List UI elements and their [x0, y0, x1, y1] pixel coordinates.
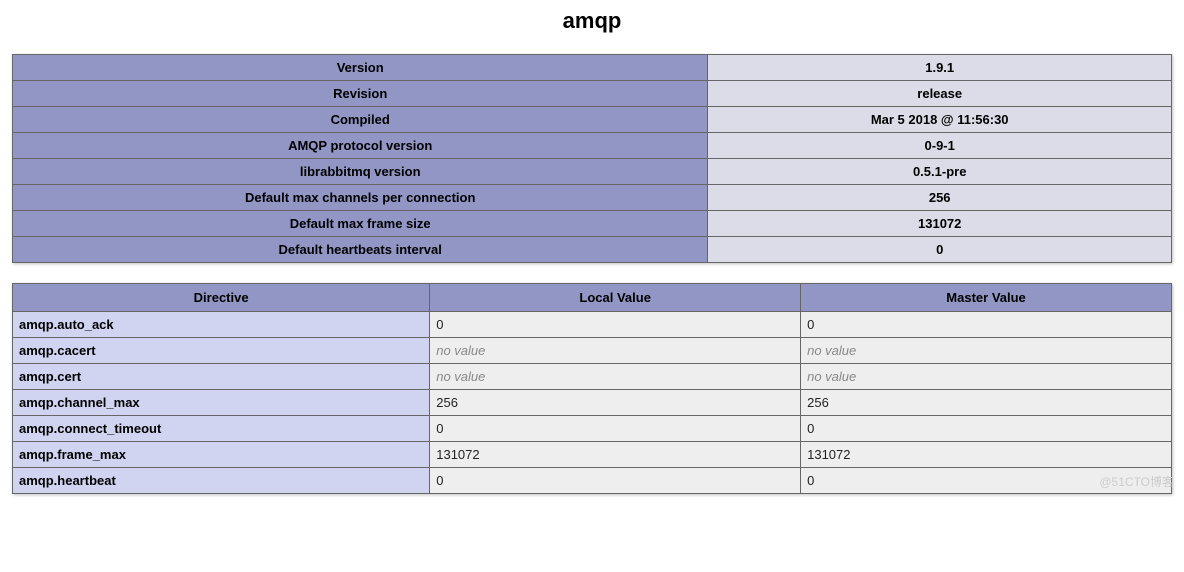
info-label: Default max frame size	[13, 211, 708, 237]
info-label: librabbitmq version	[13, 159, 708, 185]
info-value: 131072	[708, 211, 1172, 237]
table-row: amqp.auto_ack00	[13, 312, 1172, 338]
col-local-value: Local Value	[430, 284, 801, 312]
directive-local-value: 0	[430, 416, 801, 442]
table-row: amqp.channel_max256256	[13, 390, 1172, 416]
info-value: 256	[708, 185, 1172, 211]
col-master-value: Master Value	[801, 284, 1172, 312]
info-label: Default max channels per connection	[13, 185, 708, 211]
directive-name: amqp.cacert	[13, 338, 430, 364]
info-row: Default max frame size131072	[13, 211, 1172, 237]
directive-name: amqp.cert	[13, 364, 430, 390]
directive-name: amqp.heartbeat	[13, 468, 430, 494]
info-row: Default max channels per connection256	[13, 185, 1172, 211]
info-row: Version1.9.1	[13, 55, 1172, 81]
info-row: CompiledMar 5 2018 @ 11:56:30	[13, 107, 1172, 133]
info-label: Compiled	[13, 107, 708, 133]
directive-local-value: no value	[430, 338, 801, 364]
info-value: 0	[708, 237, 1172, 263]
directive-name: amqp.connect_timeout	[13, 416, 430, 442]
directive-name: amqp.auto_ack	[13, 312, 430, 338]
info-label: Default heartbeats interval	[13, 237, 708, 263]
directive-master-value: 0	[801, 312, 1172, 338]
info-row: librabbitmq version0.5.1-pre	[13, 159, 1172, 185]
directive-master-value: 256	[801, 390, 1172, 416]
info-label: Revision	[13, 81, 708, 107]
directives-table: Directive Local Value Master Value amqp.…	[12, 283, 1172, 494]
watermark: @51CTO博客	[1099, 473, 1174, 490]
directive-local-value: 0	[430, 312, 801, 338]
page-title: amqp	[0, 0, 1184, 54]
info-value: 0.5.1-pre	[708, 159, 1172, 185]
info-row: Revisionrelease	[13, 81, 1172, 107]
directive-local-value: 131072	[430, 442, 801, 468]
directive-local-value: 0	[430, 468, 801, 494]
table-row: amqp.certno valueno value	[13, 364, 1172, 390]
directive-name: amqp.frame_max	[13, 442, 430, 468]
directive-master-value: no value	[801, 338, 1172, 364]
table-row: amqp.heartbeat00	[13, 468, 1172, 494]
info-value: Mar 5 2018 @ 11:56:30	[708, 107, 1172, 133]
module-info-body: Version1.9.1RevisionreleaseCompiledMar 5…	[13, 55, 1172, 263]
info-label: Version	[13, 55, 708, 81]
directive-name: amqp.channel_max	[13, 390, 430, 416]
info-value: 0-9-1	[708, 133, 1172, 159]
info-value: 1.9.1	[708, 55, 1172, 81]
directive-local-value: 256	[430, 390, 801, 416]
module-info-table: Version1.9.1RevisionreleaseCompiledMar 5…	[12, 54, 1172, 263]
directives-body: amqp.auto_ack00amqp.cacertno valueno val…	[13, 312, 1172, 494]
info-label: AMQP protocol version	[13, 133, 708, 159]
table-row: amqp.connect_timeout00	[13, 416, 1172, 442]
directive-master-value: 131072	[801, 442, 1172, 468]
directives-header-row: Directive Local Value Master Value	[13, 284, 1172, 312]
info-row: AMQP protocol version0-9-1	[13, 133, 1172, 159]
col-directive: Directive	[13, 284, 430, 312]
directive-local-value: no value	[430, 364, 801, 390]
table-row: amqp.cacertno valueno value	[13, 338, 1172, 364]
table-row: amqp.frame_max131072131072	[13, 442, 1172, 468]
directive-master-value: no value	[801, 364, 1172, 390]
info-value: release	[708, 81, 1172, 107]
directive-master-value: 0	[801, 416, 1172, 442]
info-row: Default heartbeats interval0	[13, 237, 1172, 263]
